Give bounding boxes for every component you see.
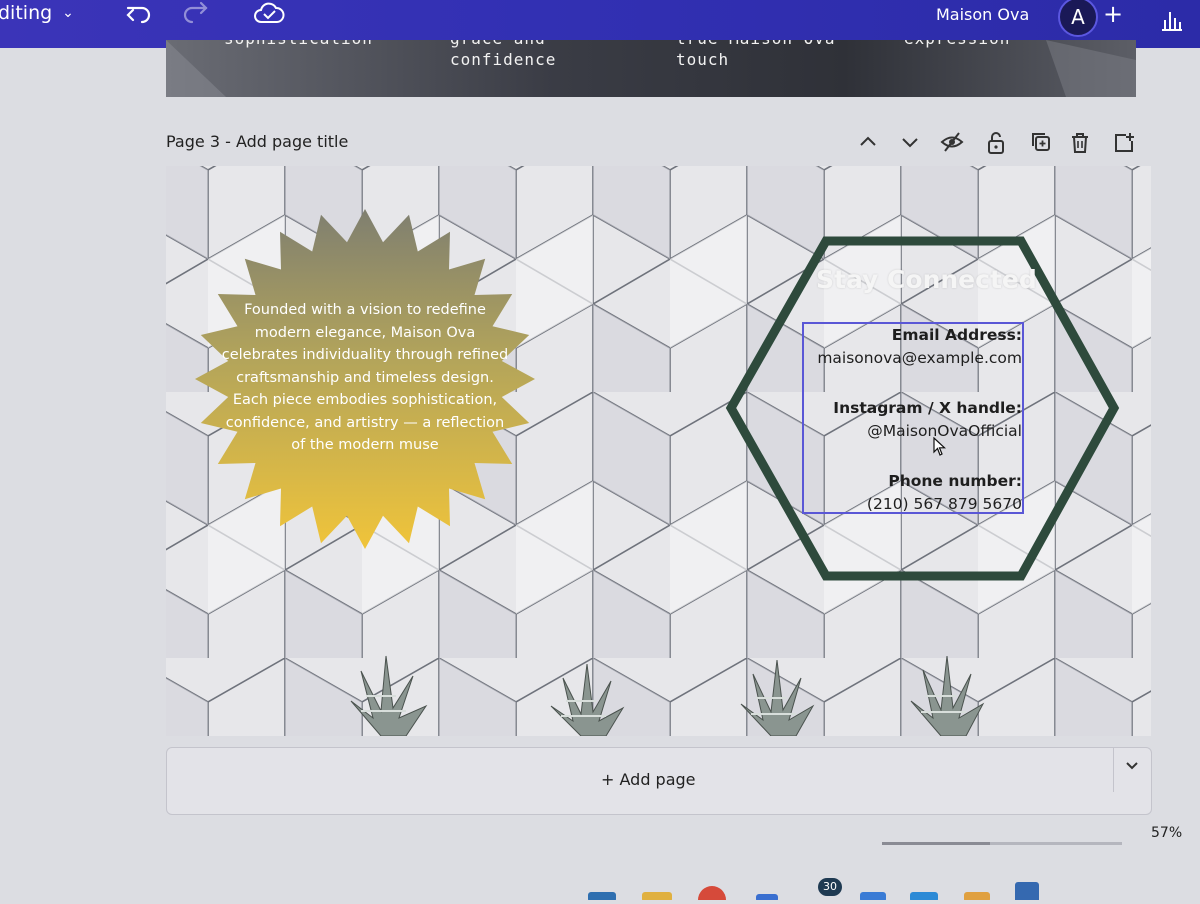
page-3-canvas[interactable]: Founded with a vision to redefine modern… — [166, 166, 1151, 736]
taskbar — [560, 878, 1060, 904]
stats-icon[interactable] — [1160, 8, 1184, 36]
chevron-down-icon[interactable] — [900, 131, 920, 157]
phone-value: (210) 567 879 5670 — [866, 495, 1022, 513]
page2-text-3: true Maison Ova touch — [676, 40, 835, 69]
avatar[interactable]: A — [1058, 0, 1098, 37]
chevron-up-icon[interactable] — [858, 131, 878, 157]
share-add-button[interactable]: + — [1103, 0, 1123, 28]
zoom-slider[interactable] — [882, 842, 1122, 845]
about-text[interactable]: Founded with a vision to redefine modern… — [220, 299, 510, 457]
add-page-button[interactable]: + Add page — [166, 747, 1152, 815]
social-value: @MaisonOvaOfficial — [867, 422, 1022, 440]
zoom-level[interactable]: 57% — [1151, 825, 1182, 841]
chevron-down-icon: ⌄ — [62, 5, 74, 21]
page-2-preview[interactable]: sophistication grace and confidence true… — [166, 40, 1136, 97]
stay-connected-heading[interactable]: Stay Connected — [816, 265, 1037, 294]
email-label: Email Address: — [891, 326, 1022, 344]
cloud-saved-icon[interactable] — [252, 0, 286, 28]
zoom-slider-fill — [882, 842, 991, 845]
page2-text-4: expression — [904, 40, 1010, 49]
chevron-down-icon[interactable] — [1125, 758, 1139, 776]
trash-icon[interactable] — [1070, 131, 1090, 159]
social-label: Instagram / X handle: — [833, 399, 1022, 417]
mouse-cursor-icon — [933, 436, 947, 461]
duplicate-icon[interactable] — [1030, 131, 1052, 157]
email-value: maisonova@example.com — [817, 349, 1022, 367]
add-page-label: + Add page — [601, 770, 696, 789]
page2-text-1: sophistication — [224, 40, 373, 49]
phone-label: Phone number: — [888, 472, 1022, 490]
editing-mode-menu[interactable]: diting ⌄ — [0, 2, 74, 24]
page-title[interactable]: Page 3 - Add page title — [166, 132, 348, 151]
divider — [1113, 748, 1114, 792]
redo-icon[interactable] — [180, 0, 210, 30]
document-title[interactable]: Maison Ova — [936, 5, 1029, 24]
add-page-icon[interactable] — [1112, 131, 1136, 159]
hide-icon[interactable] — [940, 131, 964, 157]
contact-text-selection[interactable]: Email Address: maisonova@example.com Ins… — [802, 322, 1024, 514]
undo-icon[interactable] — [124, 0, 154, 30]
lock-icon[interactable] — [986, 131, 1006, 159]
page2-text-2: grace and confidence — [450, 40, 557, 69]
mode-label: diting — [0, 2, 53, 24]
notification-badge[interactable]: 30 — [818, 878, 842, 896]
